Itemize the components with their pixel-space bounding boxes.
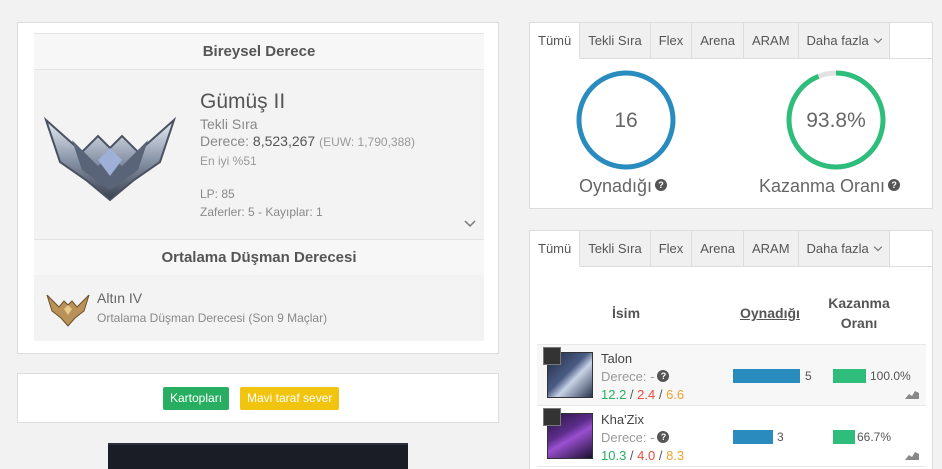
rank-ladder: Derece: 8,523,267 (EUW: 1,790,388) (200, 133, 415, 149)
column-name[interactable]: İsim (612, 305, 640, 321)
champion-panel: Tümü Tekli Sıra Flex Arena ARAM Daha faz… (529, 230, 933, 469)
kda-assists: 6.6 (666, 387, 685, 402)
champion-name[interactable]: Kha'Zix (601, 412, 644, 427)
rank-badge-icon (543, 347, 561, 365)
help-icon[interactable]: ? (655, 179, 668, 192)
chevron-down-icon[interactable] (464, 218, 476, 230)
tab-more[interactable]: Daha fazla (798, 231, 890, 267)
rank-win-loss: Zaferler: 5 - Kayıplar: 1 (200, 205, 323, 219)
winrate-label: Kazanma Oranı? (759, 176, 901, 197)
stats-panel: Tümü Tekli Sıra Flex Arena ARAM Daha faz… (529, 22, 933, 209)
caret-down-icon (873, 34, 882, 44)
tab-flex[interactable]: Flex (650, 23, 693, 59)
champion-name[interactable]: Talon (601, 351, 632, 366)
winrate-bar (833, 369, 866, 383)
champion-rank-text: Derece: - (601, 369, 655, 384)
help-icon[interactable]: ? (657, 369, 670, 382)
enemy-tier: Altın IV (97, 290, 143, 306)
champion-kda: 10.3 / 4.0 / 8.3 (601, 448, 685, 463)
rank-lp: LP: 85 (200, 187, 235, 201)
winrate-bar (833, 430, 855, 444)
played-count: 3 (777, 430, 784, 444)
gold-rank-emblem-icon (46, 294, 90, 327)
table-row[interactable] (537, 345, 926, 405)
ranked-header: Bireysel Derece (34, 33, 484, 70)
tab-more-label: Daha fazla (806, 33, 869, 48)
winrate-text: 66.7% (857, 430, 892, 444)
tab-more-label: Daha fazla (806, 241, 869, 256)
trend-chart-icon[interactable] (905, 450, 919, 460)
kda-deaths: 4.0 (637, 448, 656, 463)
trend-chart-icon[interactable] (905, 389, 919, 399)
tab-all[interactable]: Tümü (530, 231, 581, 267)
rank-badge-icon (543, 408, 561, 426)
champion-rank-text: Derece: - (601, 430, 655, 445)
tags-panel: Kartopları Mavi taraf sever (17, 373, 499, 423)
tab-arena[interactable]: Arena (692, 23, 744, 59)
rank-top-percent: En iyi %51 (200, 154, 257, 168)
help-icon[interactable]: ? (888, 179, 901, 192)
played-label-text: Oynadığı (579, 176, 653, 196)
tag-blue-side[interactable]: Mavi taraf sever (240, 387, 340, 410)
ladder-region: (EUW: 1,790,388) (319, 135, 415, 149)
enemy-rank-body: Altın IV Ortalama Düşman Derecesi (Son 9… (34, 275, 484, 341)
tab-more[interactable]: Daha fazla (798, 23, 890, 59)
kda-kills: 12.2 (601, 387, 627, 402)
ranked-panel: Bireysel Derece Gümüş II Tekli Sıra Dere… (17, 22, 499, 354)
tab-arena[interactable]: Arena (692, 231, 744, 267)
played-count: 5 (805, 369, 812, 383)
kda-deaths: 2.4 (637, 387, 656, 402)
played-bar (733, 430, 773, 444)
silver-rank-emblem-icon (43, 116, 177, 202)
dark-content-block (108, 443, 408, 469)
column-played[interactable]: Oynadığı (740, 305, 800, 321)
ladder-label: Derece: (200, 133, 250, 149)
enemy-subtitle: Ortalama Düşman Derecesi (Son 9 Maçlar) (97, 311, 328, 325)
tab-aram[interactable]: ARAM (743, 23, 799, 59)
rank-queue: Tekli Sıra (200, 116, 258, 132)
winrate-value: 93.8% (806, 109, 866, 132)
row-divider (537, 466, 926, 467)
champion-rank: Derece: -? (601, 430, 670, 445)
tag-cards[interactable]: Kartopları (163, 387, 230, 410)
played-label: Oynadığı? (579, 176, 668, 197)
tab-flex[interactable]: Flex (650, 231, 693, 267)
champion-kda: 12.2 / 2.4 / 6.6 (601, 387, 685, 402)
tab-all[interactable]: Tümü (530, 23, 581, 59)
row-divider (537, 405, 926, 406)
kda-kills: 10.3 (601, 448, 627, 463)
ladder-value: 8,523,267 (252, 133, 316, 149)
rank-tier: Gümüş II (200, 90, 286, 113)
column-winrate[interactable]: Kazanma Oranı (822, 293, 896, 333)
help-icon[interactable]: ? (657, 430, 670, 443)
tab-solo[interactable]: Tekli Sıra (580, 23, 651, 59)
winrate-label-text: Kazanma Oranı (759, 176, 886, 196)
kda-assists: 8.3 (666, 448, 685, 463)
winrate-text: 100.0% (870, 369, 911, 383)
played-bar (733, 369, 800, 383)
caret-down-icon (873, 242, 882, 252)
champion-tabs: Tümü Tekli Sıra Flex Arena ARAM Daha faz… (530, 231, 890, 267)
tab-aram[interactable]: ARAM (743, 231, 799, 267)
played-value: 16 (614, 109, 638, 132)
enemy-rank-header: Ortalama Düşman Derecesi (34, 239, 484, 276)
champion-rank: Derece: -? (601, 369, 670, 384)
tab-solo[interactable]: Tekli Sıra (580, 231, 651, 267)
stats-tabs: Tümü Tekli Sıra Flex Arena ARAM Daha faz… (530, 23, 890, 59)
ranked-body: Gümüş II Tekli Sıra Derece: 8,523,267 (E… (34, 70, 484, 240)
